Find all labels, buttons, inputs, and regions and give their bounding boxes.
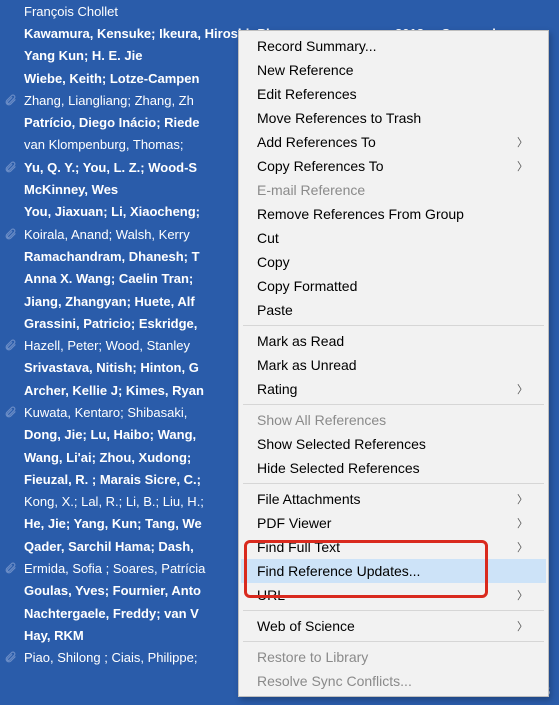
menu-paste[interactable]: Paste	[241, 298, 546, 322]
menu-label: Show Selected References	[257, 436, 426, 452]
menu-label: Copy Formatted	[257, 278, 357, 294]
menu-find-reference-updates[interactable]: Find Reference Updates...	[241, 559, 546, 583]
menu-label: PDF Viewer	[257, 515, 331, 531]
menu-label: Show All References	[257, 412, 386, 428]
authors-cell: François Chollet	[20, 4, 555, 19]
menu-mark-unread[interactable]: Mark as Unread	[241, 353, 546, 377]
chevron-right-icon: 〉	[517, 491, 528, 507]
menu-label: E-mail Reference	[257, 182, 365, 198]
menu-new-reference[interactable]: New Reference	[241, 58, 546, 82]
menu-edit-references[interactable]: Edit References	[241, 82, 546, 106]
menu-copy[interactable]: Copy	[241, 250, 546, 274]
menu-label: Copy	[257, 254, 290, 270]
chevron-right-icon: 〉	[517, 539, 528, 555]
menu-label: New Reference	[257, 62, 354, 78]
menu-rating[interactable]: Rating 〉	[241, 377, 546, 401]
menu-file-attachments[interactable]: File Attachments 〉	[241, 487, 546, 511]
menu-separator	[243, 610, 544, 611]
menu-copy-formatted[interactable]: Copy Formatted	[241, 274, 546, 298]
reference-row[interactable]: François Chollet	[0, 0, 559, 22]
chevron-right-icon: 〉	[517, 515, 528, 531]
chevron-right-icon: 〉	[517, 134, 528, 150]
paperclip-icon	[4, 94, 20, 107]
menu-label: Paste	[257, 302, 293, 318]
menu-add-references-to[interactable]: Add References To 〉	[241, 130, 546, 154]
paperclip-icon	[4, 228, 20, 241]
menu-label: Move References to Trash	[257, 110, 421, 126]
menu-label: URL	[257, 587, 285, 603]
paperclip-icon	[4, 406, 20, 419]
menu-copy-references-to[interactable]: Copy References To 〉	[241, 154, 546, 178]
menu-remove-from-group[interactable]: Remove References From Group	[241, 202, 546, 226]
menu-show-all: Show All References	[241, 408, 546, 432]
menu-label: Record Summary...	[257, 38, 377, 54]
menu-label: Restore to Library	[257, 649, 368, 665]
menu-mark-read[interactable]: Mark as Read	[241, 329, 546, 353]
menu-separator	[243, 641, 544, 642]
paperclip-icon	[4, 651, 20, 664]
chevron-right-icon: 〉	[517, 158, 528, 174]
menu-web-of-science[interactable]: Web of Science 〉	[241, 614, 546, 638]
menu-record-summary[interactable]: Record Summary...	[241, 34, 546, 58]
menu-label: Mark as Unread	[257, 357, 357, 373]
menu-separator	[243, 325, 544, 326]
paperclip-icon	[4, 339, 20, 352]
menu-show-selected[interactable]: Show Selected References	[241, 432, 546, 456]
menu-separator	[243, 483, 544, 484]
menu-label: Find Full Text	[257, 539, 340, 555]
menu-move-to-trash[interactable]: Move References to Trash	[241, 106, 546, 130]
chevron-right-icon: 〉	[517, 381, 528, 397]
menu-find-full-text[interactable]: Find Full Text 〉	[241, 535, 546, 559]
menu-hide-selected[interactable]: Hide Selected References	[241, 456, 546, 480]
paperclip-icon	[4, 562, 20, 575]
menu-label: Rating	[257, 381, 297, 397]
context-menu: Record Summary... New Reference Edit Ref…	[238, 30, 549, 697]
menu-label: Edit References	[257, 86, 357, 102]
menu-pdf-viewer[interactable]: PDF Viewer 〉	[241, 511, 546, 535]
menu-label: Add References To	[257, 134, 376, 150]
menu-email-reference: E-mail Reference	[241, 178, 546, 202]
chevron-right-icon: 〉	[517, 618, 528, 634]
menu-resolve-sync: Resolve Sync Conflicts...	[241, 669, 546, 693]
menu-cut[interactable]: Cut	[241, 226, 546, 250]
menu-label: Find Reference Updates...	[257, 563, 420, 579]
menu-label: Web of Science	[257, 618, 355, 634]
menu-label: Mark as Read	[257, 333, 344, 349]
menu-label: Hide Selected References	[257, 460, 420, 476]
menu-restore-library: Restore to Library	[241, 645, 546, 669]
menu-label: Copy References To	[257, 158, 384, 174]
chevron-right-icon: 〉	[517, 587, 528, 603]
menu-label: Resolve Sync Conflicts...	[257, 673, 412, 689]
menu-url[interactable]: URL 〉	[241, 583, 546, 607]
menu-label: File Attachments	[257, 491, 361, 507]
menu-separator	[243, 404, 544, 405]
menu-label: Cut	[257, 230, 279, 246]
paperclip-icon	[4, 161, 20, 174]
menu-label: Remove References From Group	[257, 206, 464, 222]
